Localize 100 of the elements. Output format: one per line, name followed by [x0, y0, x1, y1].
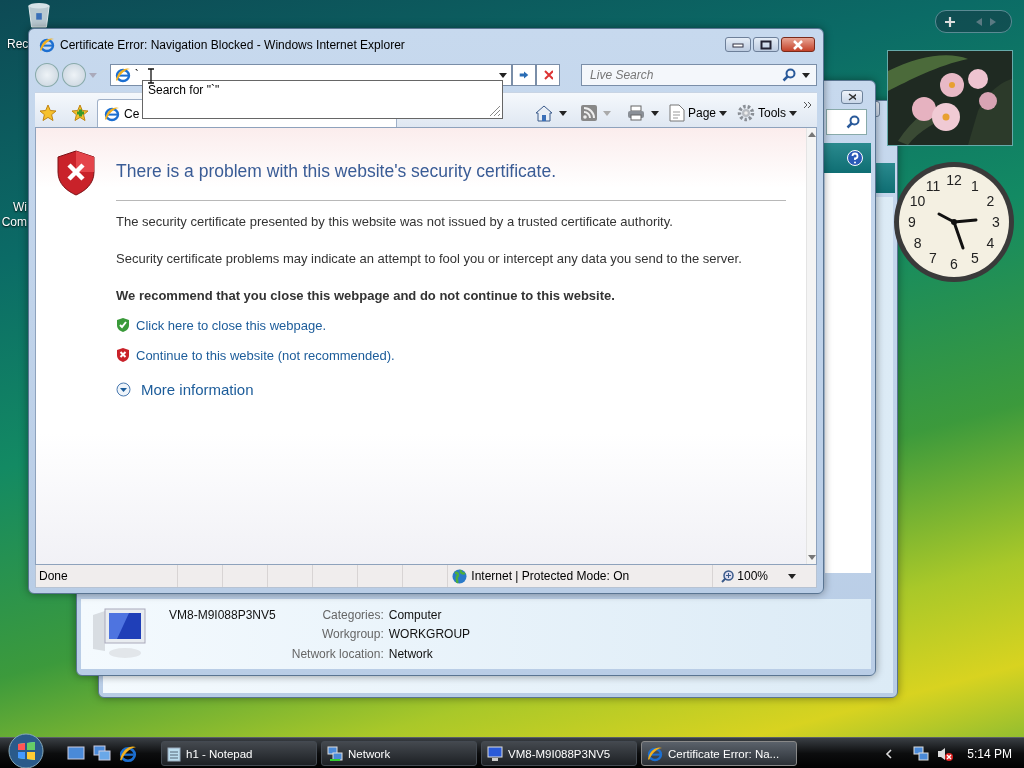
clock-numeral: 10	[909, 193, 926, 209]
help-icon[interactable]	[847, 150, 863, 166]
browser-icon	[119, 744, 137, 763]
clock-hands	[937, 212, 978, 250]
caret-icon[interactable]	[719, 110, 727, 116]
clock-numeral: 4	[986, 235, 995, 251]
clock-numeral: 7	[929, 250, 937, 267]
field-value: WORKGROUP	[388, 627, 471, 644]
paragraph: Security certificate problems may indicate an attempt to fool you or intercept any data you send to the server.	[116, 250, 743, 268]
caret-icon[interactable]	[788, 573, 796, 579]
error-heading: There is a problem with this website's security certificate.	[116, 161, 786, 201]
print-icon[interactable]	[626, 105, 645, 121]
clock-numeral: 5	[971, 250, 979, 267]
close-icon	[792, 39, 804, 50]
add-favorite-icon[interactable]	[71, 104, 89, 122]
autocomplete-suggestion[interactable]: Search for "`"	[148, 83, 220, 97]
show-hidden-icons-icon[interactable]	[885, 748, 894, 759]
clock-numeral: 9	[908, 214, 916, 230]
expand-icon[interactable]	[116, 382, 131, 397]
caret-icon[interactable]	[558, 110, 567, 116]
show-desktop-icon[interactable]	[67, 744, 85, 761]
clock-numeral: 2	[986, 193, 995, 209]
more-information-link[interactable]: More information	[141, 381, 254, 398]
caret-icon[interactable]	[499, 72, 508, 78]
clock-numeral: 12	[946, 172, 962, 188]
recycle-bin-icon[interactable]	[26, 2, 52, 28]
caret-icon[interactable]	[650, 110, 659, 116]
autocomplete-popup[interactable]: Search for "`"	[142, 80, 503, 119]
minimize-icon	[732, 41, 744, 48]
minimize-button[interactable]	[725, 37, 751, 52]
field-label: Categories:	[321, 608, 384, 624]
notepad-icon	[167, 745, 181, 762]
resize-grip-icon[interactable]	[489, 105, 501, 117]
taskbar-button[interactable]: h1 - Notepad	[161, 741, 317, 766]
status-text: Done	[38, 569, 69, 583]
page-menu[interactable]: Page	[668, 104, 727, 122]
page-icon	[104, 105, 120, 122]
more-commands-icon[interactable]	[803, 101, 813, 109]
computer-name: VM8-M9I088P3NV5	[169, 608, 276, 624]
scroll-up-icon[interactable]	[807, 132, 816, 137]
field-value: Computer	[388, 608, 443, 624]
field-label: Network location:	[291, 646, 384, 663]
search-input[interactable]: Live Search	[588, 67, 776, 83]
error-shield-icon	[56, 150, 96, 196]
clock-numeral: 1	[971, 177, 979, 194]
search-icon[interactable]	[782, 68, 796, 82]
close-button[interactable]	[781, 37, 815, 52]
safe-shield-icon	[116, 317, 130, 333]
zoom-icon	[721, 569, 735, 583]
caret-icon[interactable]	[802, 72, 810, 78]
recommendation-text: We recommend that you close this webpage and do not continue to this website.	[116, 288, 616, 303]
text-cursor-icon	[147, 68, 155, 84]
clock-numeral: 6	[950, 256, 958, 272]
taskbar-button[interactable]: Network	[321, 741, 477, 766]
scrollbar[interactable]	[806, 128, 816, 564]
clock-numeral: 8	[913, 235, 922, 251]
taskbar-button[interactable]: VM8-M9I088P3NV5	[481, 741, 637, 766]
taskbar-button[interactable]: Certificate Error: Na...	[641, 741, 797, 766]
favorites-star-icon[interactable]	[39, 104, 57, 122]
feed-icon[interactable]	[580, 105, 597, 121]
clock-numeral: 3	[992, 214, 1000, 230]
clock-numeral: 11	[925, 177, 941, 194]
search-icon[interactable]	[846, 115, 860, 129]
search-field[interactable]: Live Search	[581, 64, 817, 86]
search-field[interactable]	[826, 109, 867, 135]
browser-icon	[647, 745, 663, 762]
paragraph: The security certificate presented by this website was not issued by a trusted certificate authority.	[116, 213, 674, 231]
page-icon	[668, 104, 685, 122]
go-button[interactable]	[512, 64, 537, 86]
zone-text: Internet | Protected Mode: On	[471, 569, 630, 583]
maximize-icon	[760, 39, 772, 50]
close-icon	[848, 93, 856, 101]
tools-menu[interactable]: Tools	[737, 104, 797, 122]
stop-icon	[543, 69, 554, 81]
desktop-icon-label[interactable]: Wi Com	[0, 200, 27, 230]
home-icon[interactable]	[534, 104, 553, 122]
stop-button[interactable]	[536, 64, 561, 86]
globe-icon	[452, 568, 468, 584]
browser-icon	[39, 37, 55, 53]
continue-link[interactable]: Continue to this website (not recommended).	[136, 347, 395, 363]
network-icon	[327, 745, 343, 762]
window-title: Certificate Error: Navigation Blocked - Windows Internet Explorer	[60, 38, 406, 52]
clock-time[interactable]: 5:14 PM	[967, 746, 1012, 761]
volume-muted-icon[interactable]	[937, 745, 954, 762]
field-value: Network	[388, 646, 434, 663]
computer-icon	[487, 745, 503, 762]
desktop-icon-label[interactable]: Rec	[7, 37, 29, 51]
error-shield-icon	[116, 347, 130, 363]
zoom-control[interactable]: 100%	[712, 565, 816, 587]
close-page-link[interactable]: Click here to close this webpage.	[136, 317, 327, 333]
network-icon[interactable]	[913, 745, 930, 762]
page-icon	[114, 67, 131, 83]
field-label: Workgroup:	[320, 627, 384, 644]
maximize-button[interactable]	[753, 37, 779, 52]
close-button[interactable]	[841, 90, 863, 104]
start-button[interactable]	[7, 731, 45, 768]
switch-windows-icon[interactable]	[93, 744, 111, 761]
caret-icon[interactable]	[789, 110, 797, 116]
arrow-right-icon	[519, 69, 530, 81]
scroll-down-icon[interactable]	[807, 555, 816, 560]
